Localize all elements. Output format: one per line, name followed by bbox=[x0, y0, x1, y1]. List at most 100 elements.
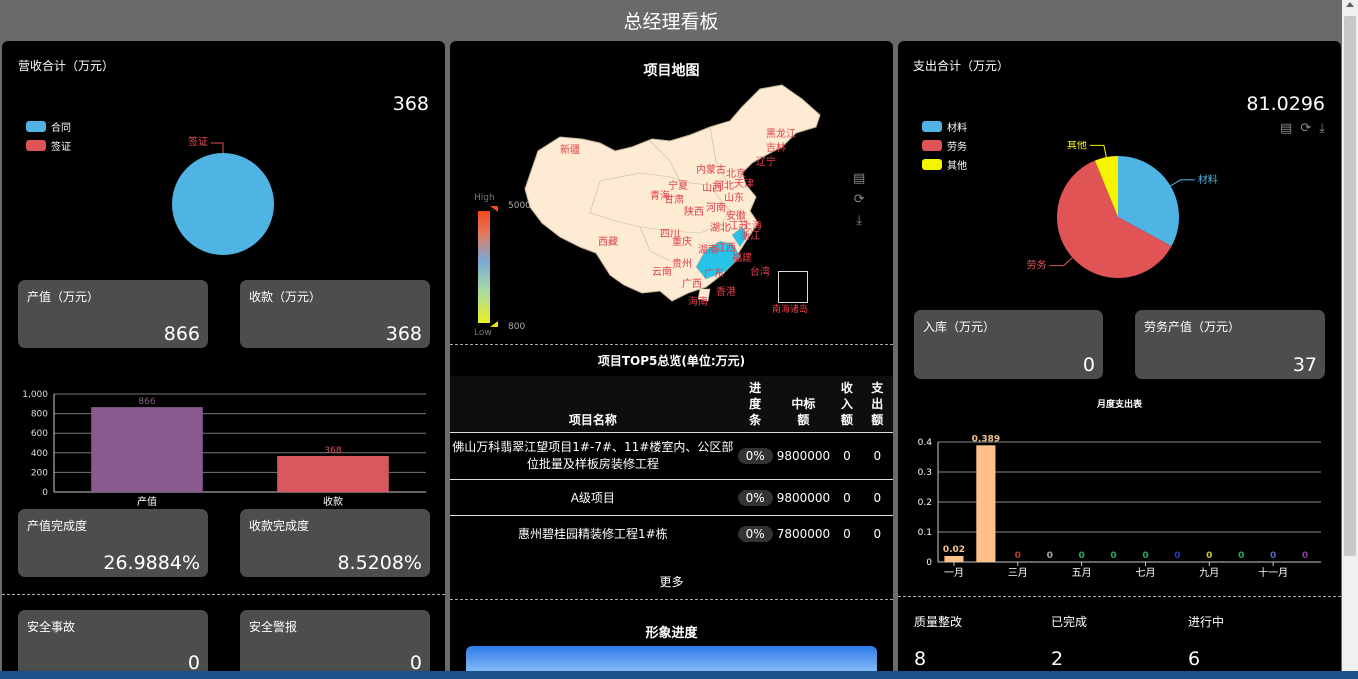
card-label: 劳务产值（万元） bbox=[1144, 320, 1241, 334]
bar-1[interactable] bbox=[277, 455, 389, 492]
download-icon[interactable]: ⤓ bbox=[856, 213, 862, 228]
card-output-value[interactable]: 产值（万元） 866 bbox=[18, 280, 208, 348]
revenue-pie-chart: 签证 bbox=[172, 135, 274, 255]
legend-handle-bottom[interactable] bbox=[490, 321, 498, 327]
map-label: 宁夏 bbox=[668, 179, 688, 192]
table-row[interactable]: A级项目 0% 9800000 0 0 bbox=[450, 479, 893, 516]
card-label: 产值（万元） bbox=[27, 290, 100, 304]
x-tick-label: 三月 bbox=[1008, 567, 1028, 579]
monthly-chart-title: 月度支出表 bbox=[1096, 400, 1142, 410]
bar-0[interactable] bbox=[91, 407, 203, 492]
card-receipt[interactable]: 收款（万元） 368 bbox=[240, 280, 430, 348]
y-tick-label: 200 bbox=[31, 468, 48, 478]
legend-item-other[interactable]: 其他 bbox=[922, 155, 967, 174]
map-visual-legend[interactable] bbox=[478, 211, 490, 323]
quality-ongoing-value: 6 bbox=[1188, 648, 1201, 670]
quality-done-value: 2 bbox=[1051, 648, 1064, 670]
x-tick-label: 七月 bbox=[1135, 567, 1155, 579]
card-value: 866 bbox=[163, 323, 200, 345]
refresh-icon[interactable]: ⟳ bbox=[1300, 121, 1311, 136]
map-toolbox: ▤ ⟳ ⤓ bbox=[853, 171, 865, 228]
scroll-thumb[interactable] bbox=[1344, 16, 1356, 556]
progress-bar: 0% bbox=[737, 489, 773, 506]
map-label: 广东 bbox=[704, 267, 724, 280]
map-label: 海南 bbox=[688, 295, 708, 308]
page-title: 总经理看板 bbox=[623, 11, 719, 33]
bar-data-label: 0 bbox=[1302, 551, 1308, 561]
y-tick-label: 800 bbox=[31, 410, 48, 420]
card-label: 入库（万元） bbox=[923, 320, 996, 334]
more-link[interactable]: 更多 bbox=[450, 573, 893, 590]
expense-total: 81.0296 bbox=[1246, 93, 1325, 115]
download-icon[interactable]: ⤓ bbox=[1319, 121, 1325, 136]
scroll-up-icon[interactable] bbox=[1346, 2, 1354, 7]
bar-data-label: 0 bbox=[1238, 551, 1244, 561]
revenue-total: 368 bbox=[392, 93, 429, 115]
col-header-progress: 进度条 bbox=[735, 376, 775, 433]
pie-slice-contract[interactable] bbox=[172, 153, 274, 255]
quality-done-label: 已完成 bbox=[1051, 615, 1088, 629]
legend-item-labor[interactable]: 劳务 bbox=[922, 136, 967, 155]
legend-item-contract[interactable]: 合同 bbox=[26, 117, 71, 136]
top5-table: 项目名称 进度条 中标额 收入额 支出额 佛山万科翡翠江望项目1#-7#、11#… bbox=[450, 376, 893, 551]
data-view-icon[interactable]: ▤ bbox=[853, 171, 865, 186]
card-safety-accident[interactable]: 安全事故 0 bbox=[18, 610, 208, 678]
legend-item-material[interactable]: 材料 bbox=[922, 117, 967, 136]
income-amount: 0 bbox=[832, 432, 862, 480]
legend-handle-top[interactable] bbox=[490, 206, 498, 212]
revenue-title: 营收合计（万元） bbox=[18, 59, 115, 73]
progress-bar: 0% bbox=[737, 525, 773, 542]
card-labor-output[interactable]: 劳务产值（万元） 37 bbox=[1135, 310, 1325, 379]
map-label: 重庆 bbox=[672, 235, 692, 248]
map-label: 湖北 bbox=[710, 222, 730, 234]
expense-amount: 0 bbox=[861, 432, 893, 480]
vertical-scrollbar[interactable] bbox=[1342, 0, 1358, 679]
card-receipt-completion[interactable]: 收款完成度 8.5208% bbox=[240, 509, 430, 577]
card-label: 安全警报 bbox=[249, 620, 298, 634]
card-value: 37 bbox=[1292, 354, 1317, 376]
expense-amount: 0 bbox=[861, 479, 893, 516]
bar-data-label: 0.389 bbox=[972, 434, 1000, 444]
pie-label-visa: 签证 bbox=[188, 135, 208, 148]
refresh-icon[interactable]: ⟳ bbox=[854, 192, 865, 207]
monthly-expense-bar-chart: 0 0.1 0.2 0.3 0.4 0.02 一月 0.389 0 三月 0 0 五月 0 0 七月 0 0 九月 0… bbox=[918, 434, 1321, 579]
south-sea-inset bbox=[778, 271, 808, 303]
card-label: 安全事故 bbox=[27, 620, 76, 634]
map-label: 湖南 bbox=[698, 243, 718, 256]
income-amount: 0 bbox=[832, 515, 862, 551]
divider bbox=[2, 594, 445, 595]
expense-title: 支出合计（万元） bbox=[913, 59, 1010, 73]
map-label: 黑龙江 bbox=[766, 127, 796, 140]
map-label: 山西 bbox=[702, 182, 722, 194]
card-value: 0 bbox=[1082, 354, 1095, 376]
table-row[interactable]: 佛山万科翡翠江望项目1#-7#、11#楼室内、公区部位批量及样板房装修工程 0%… bbox=[450, 432, 893, 480]
project-name: A级项目 bbox=[450, 479, 736, 516]
card-label: 收款完成度 bbox=[249, 519, 310, 533]
card-safety-alarm[interactable]: 安全警报 0 bbox=[240, 610, 430, 678]
y-tick-label: 0 bbox=[926, 558, 932, 568]
bar-data-label: 368 bbox=[324, 446, 341, 456]
bid-amount: 9800000 bbox=[774, 479, 833, 516]
data-view-icon[interactable]: ▤ bbox=[1280, 121, 1292, 136]
col-header-bid: 中标额 bbox=[774, 376, 833, 433]
y-tick-label: 400 bbox=[31, 449, 48, 459]
expense-legend: 材料 劳务 其他 bbox=[922, 117, 967, 174]
bar-1[interactable] bbox=[976, 445, 996, 562]
output-receipt-bar-chart: 0 200 400 600 800 1,000 866 产值 368 收款 bbox=[22, 390, 426, 508]
table-row[interactable]: 惠州碧桂园精装修工程1#栋 0% 7800000 0 0 bbox=[450, 515, 893, 551]
map-label: 辽宁 bbox=[756, 155, 776, 168]
card-label: 产值完成度 bbox=[27, 519, 88, 533]
legend-item-visa[interactable]: 签证 bbox=[26, 136, 71, 155]
card-stock-in[interactable]: 入库（万元） 0 bbox=[914, 310, 1103, 379]
quality-rectify-label: 质量整改 bbox=[914, 615, 963, 629]
col-header-income: 收入额 bbox=[832, 376, 862, 433]
map-label: 青海 bbox=[650, 189, 670, 202]
divider bbox=[898, 596, 1341, 597]
expense-toolbox: ▤ ⟳ ⤓ bbox=[1280, 121, 1325, 136]
pie-label-line bbox=[1089, 144, 1107, 158]
bar-0[interactable] bbox=[944, 556, 964, 562]
expense-amount: 0 bbox=[861, 515, 893, 551]
bar-data-label: 0 bbox=[1270, 551, 1276, 561]
col-header-expense: 支出额 bbox=[861, 376, 893, 433]
card-output-completion[interactable]: 产值完成度 26.9884% bbox=[18, 509, 208, 577]
